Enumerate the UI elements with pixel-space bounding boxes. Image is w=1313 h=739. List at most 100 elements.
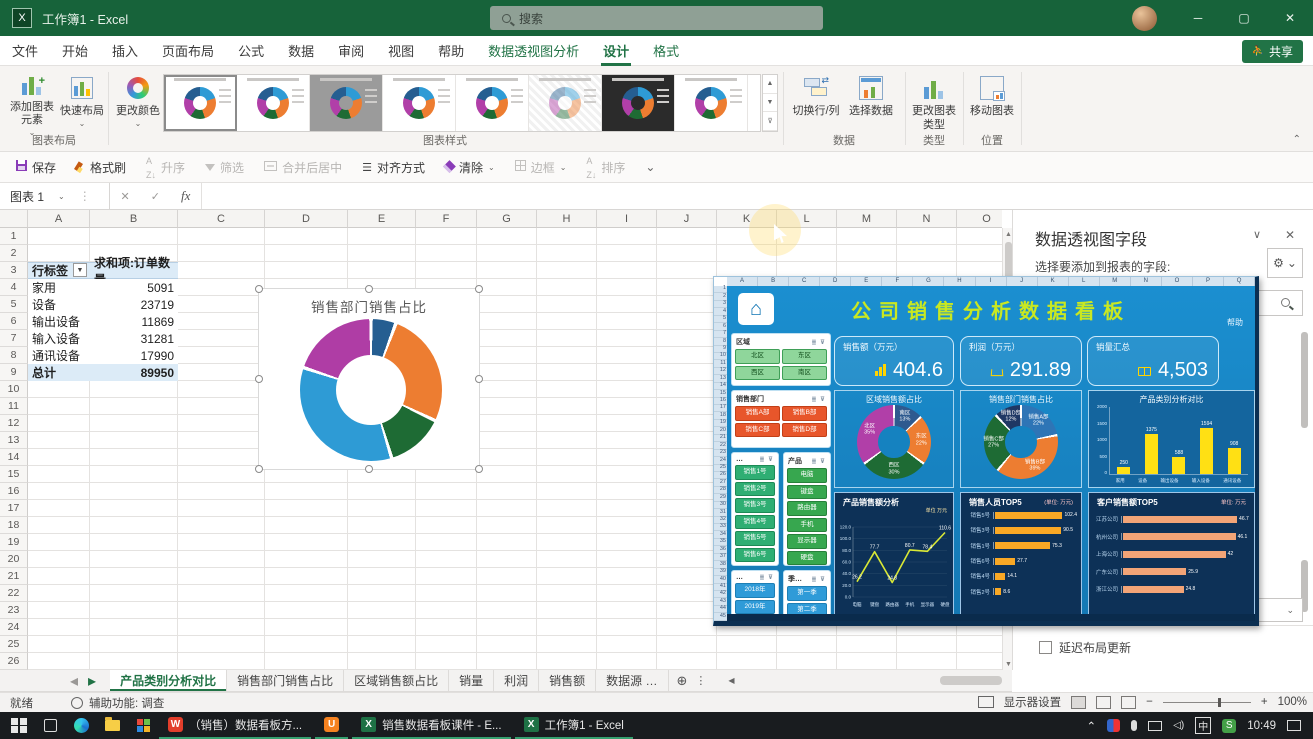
pivot-row-value[interactable]: 17990 [90, 347, 178, 364]
taskbar-app-（销售）数据看板方...[interactable]: W（销售）数据看板方... [159, 712, 311, 739]
row-header-20[interactable]: 20 [0, 551, 28, 568]
zoom-level[interactable]: 100% [1278, 696, 1307, 708]
row-header-4[interactable]: 4 [0, 279, 28, 296]
action-center-icon[interactable] [1287, 720, 1301, 731]
menu-tab-公式[interactable]: 公式 [226, 36, 276, 66]
close-button[interactable]: ✕ [1267, 0, 1313, 36]
normal-view-icon[interactable] [1071, 696, 1086, 709]
chart-style-thumbnail-8[interactable] [675, 75, 748, 131]
pivot-total-label[interactable]: 总计 [28, 364, 90, 381]
slicer-button-销售B部[interactable]: 销售B部 [782, 406, 827, 421]
row-header-16[interactable]: 16 [0, 483, 28, 500]
row-header-3[interactable]: 3 [0, 262, 28, 279]
slicer-button-硬盘[interactable]: 硬盘 [787, 551, 827, 566]
microphone-icon[interactable] [1131, 720, 1137, 731]
slicer-button-显示器[interactable]: 显示器 [787, 534, 827, 549]
menu-tab-开始[interactable]: 开始 [50, 36, 100, 66]
tabs-prev-icon[interactable]: ◂ [70, 671, 78, 691]
pivot-row-value[interactable]: 11869 [90, 313, 178, 330]
chart-style-thumbnail-7[interactable] [602, 75, 675, 131]
column-header-F[interactable]: F [416, 210, 477, 228]
menu-tab-帮助[interactable]: 帮助 [426, 36, 476, 66]
ribbon-button-更改颜色[interactable]: 更改颜色⌄ [112, 72, 164, 138]
row-headers[interactable]: 1234567891011121314151617181920212223242… [0, 228, 28, 670]
quickbar-overflow[interactable]: ⌄ [637, 157, 663, 177]
sheet-tab-销量[interactable]: 销量 [449, 670, 494, 691]
taskbar-app-icon[interactable]: U [315, 712, 348, 739]
task-view-button[interactable] [38, 714, 62, 738]
menu-tab-插入[interactable]: 插入 [100, 36, 150, 66]
tray-app-icon[interactable] [1107, 719, 1120, 732]
chart-style-thumbnail-2[interactable] [237, 75, 310, 131]
row-header-17[interactable]: 17 [0, 500, 28, 517]
row-header-5[interactable]: 5 [0, 296, 28, 313]
slicer-button-销售2号[interactable]: 销售2号 [735, 482, 775, 497]
store-icon[interactable] [131, 714, 155, 738]
pivot-row-value[interactable]: 31281 [90, 330, 178, 347]
slicer-button-销售C部[interactable]: 销售C部 [735, 423, 780, 438]
column-header-C[interactable]: C [178, 210, 265, 228]
share-button[interactable]: ⛹ 共享 [1242, 40, 1303, 63]
slicer-button-路由器[interactable]: 路由器 [787, 501, 827, 516]
slicer-button-第一季[interactable]: 第一季 [787, 586, 827, 601]
selection-handle[interactable] [255, 465, 263, 473]
slicer-button-键盘[interactable]: 键盘 [787, 485, 827, 500]
slicer-button-北区[interactable]: 北区 [735, 349, 780, 364]
quickbar-格式刷[interactable]: 格式刷 [68, 156, 134, 179]
sheet-tab-销售部门销售占比[interactable]: 销售部门销售占比 [227, 670, 344, 691]
pane-scrollbar-thumb[interactable] [1301, 332, 1308, 428]
pivot-row-label[interactable]: 通讯设备 [28, 347, 90, 364]
row-header-24[interactable]: 24 [0, 619, 28, 636]
column-header-O[interactable]: O [957, 210, 1002, 228]
slicer-产品[interactable]: 产品≣ ⊽电脑键盘路由器手机显示器硬盘 [783, 452, 831, 566]
menu-tab-页面布局[interactable]: 页面布局 [150, 36, 226, 66]
horizontal-scrollbar-thumb[interactable] [940, 676, 1002, 685]
selection-handle[interactable] [475, 285, 483, 293]
tabs-next-icon[interactable]: ▸ [88, 671, 96, 691]
search-box[interactable]: 搜索 [490, 6, 823, 30]
gallery-more-icon[interactable]: ⊽ [763, 112, 777, 131]
speaker-icon[interactable]: ◁) [1173, 720, 1184, 731]
column-header-M[interactable]: M [837, 210, 897, 228]
slicer-button-销售A部[interactable]: 销售A部 [735, 406, 780, 421]
chart-style-thumbnail-3[interactable] [310, 75, 383, 131]
row-header-19[interactable]: 19 [0, 534, 28, 551]
row-header-15[interactable]: 15 [0, 466, 28, 483]
row-header-26[interactable]: 26 [0, 653, 28, 670]
column-header-B[interactable]: B [90, 210, 178, 228]
formula-input[interactable] [202, 183, 1313, 209]
zoom-out-button[interactable]: − [1146, 696, 1153, 708]
hscroll-left-icon[interactable]: ◀ [728, 676, 734, 685]
selection-handle[interactable] [255, 285, 263, 293]
monitor-icon[interactable] [1148, 721, 1162, 731]
sheet-tab-区域销售额占比[interactable]: 区域销售额占比 [344, 670, 449, 691]
fx-icon[interactable]: fx [181, 188, 190, 204]
quickbar-清除[interactable]: 清除⌄ [437, 156, 503, 179]
gallery-scroll-buttons[interactable]: ▲▼⊽ [762, 74, 778, 132]
menu-tab-文件[interactable]: 文件 [0, 36, 50, 66]
zoom-slider[interactable] [1163, 702, 1251, 703]
tray-expand-icon[interactable]: ⌃ [1087, 719, 1097, 733]
sheet-tab-数据源 …[interactable]: 数据源 … [596, 670, 668, 691]
help-link[interactable]: 帮助 [1227, 317, 1243, 328]
row-header-9[interactable]: 9 [0, 364, 28, 381]
display-settings[interactable]: 显示器设置 [1004, 694, 1062, 710]
slicer-button-销售6号[interactable]: 销售6号 [735, 548, 775, 563]
page-layout-view-icon[interactable] [1096, 696, 1111, 709]
enter-icon[interactable]: ✓ [151, 190, 160, 203]
slicer-button-手机[interactable]: 手机 [787, 518, 827, 533]
pivot-row-label[interactable]: 设备 [28, 296, 90, 313]
menu-tab-数据透视图分析[interactable]: 数据透视图分析 [476, 36, 591, 66]
row-header-22[interactable]: 22 [0, 585, 28, 602]
pivot-header-values[interactable]: 求和项:订单数量 [90, 262, 178, 279]
row-header-13[interactable]: 13 [0, 432, 28, 449]
slicer-button-销售D部[interactable]: 销售D部 [782, 423, 827, 438]
slicer-button-销售4号[interactable]: 销售4号 [735, 515, 775, 530]
minimize-button[interactable]: ─ [1175, 0, 1221, 36]
row-header-10[interactable]: 10 [0, 381, 28, 398]
tab-more-icon[interactable]: ⋮ [695, 674, 706, 687]
page-break-view-icon[interactable] [1121, 696, 1136, 709]
selection-handle[interactable] [475, 375, 483, 383]
ribbon-collapse-icon[interactable]: ⌃ [1293, 134, 1301, 145]
column-header-A[interactable]: A [28, 210, 90, 228]
